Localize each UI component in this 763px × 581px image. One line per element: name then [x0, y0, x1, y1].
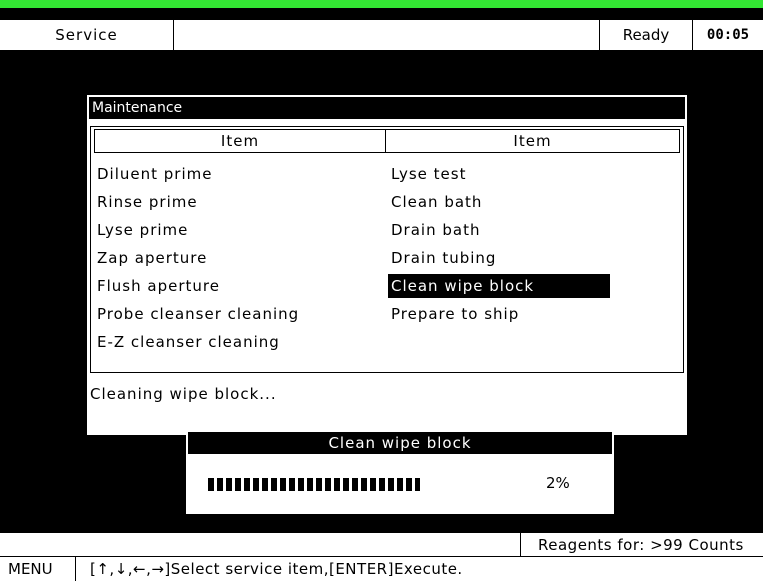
item-zap-aperture[interactable]: Zap aperture: [94, 246, 354, 270]
reagents-status: Reagents for: >99 Counts: [520, 533, 763, 557]
status-message: Cleaning wipe block...: [90, 385, 277, 403]
header-bar: Service Ready 00:05: [0, 20, 763, 50]
item-rinse-prime[interactable]: Rinse prime: [94, 190, 354, 214]
progress-bar: [208, 478, 420, 491]
item-lyse-prime[interactable]: Lyse prime: [94, 218, 354, 242]
item-diluent-prime[interactable]: Diluent prime: [94, 162, 354, 186]
item-flush-aperture[interactable]: Flush aperture: [94, 274, 354, 298]
col2-header: Item: [513, 132, 552, 150]
item-probe-cleanser-cleaning[interactable]: Probe cleanser cleaning: [94, 302, 354, 326]
dialog-title: Clean wipe block: [186, 430, 614, 456]
progress-percent: 2%: [546, 474, 570, 492]
status-strip: [0, 0, 763, 8]
item-prepare-to-ship[interactable]: Prepare to ship: [388, 302, 610, 326]
item-drain-bath[interactable]: Drain bath: [388, 218, 610, 242]
status-text: Ready: [600, 20, 693, 50]
header-blank: [174, 20, 600, 50]
panel-title: Maintenance: [87, 95, 687, 121]
help-bar: MENU [↑,↓,←,→]Select service item,[ENTER…: [0, 557, 763, 581]
maintenance-panel: Maintenance Item Item Diluent prime Rins…: [87, 95, 687, 435]
item-drain-tubing[interactable]: Drain tubing: [388, 246, 610, 270]
item-ez-cleanser-cleaning[interactable]: E-Z cleanser cleaning: [94, 330, 354, 354]
screen-title: Service: [0, 20, 174, 50]
col1-header: Item: [95, 130, 386, 152]
help-text: [↑,↓,←,→]Select service item,[ENTER]Exec…: [90, 560, 463, 578]
maintenance-grid: Item Item Diluent prime Rinse prime Lyse…: [90, 126, 684, 373]
footer-bar: Reagents for: >99 Counts: [0, 532, 763, 557]
menu-button[interactable]: MENU: [0, 557, 76, 581]
progress-dialog: Clean wipe block 2%: [186, 430, 614, 514]
grid-header: Item Item: [94, 129, 680, 153]
item-clean-wipe-block[interactable]: Clean wipe block: [388, 274, 610, 298]
item-lyse-test[interactable]: Lyse test: [388, 162, 610, 186]
clock: 00:05: [706, 27, 750, 43]
item-clean-bath[interactable]: Clean bath: [388, 190, 610, 214]
